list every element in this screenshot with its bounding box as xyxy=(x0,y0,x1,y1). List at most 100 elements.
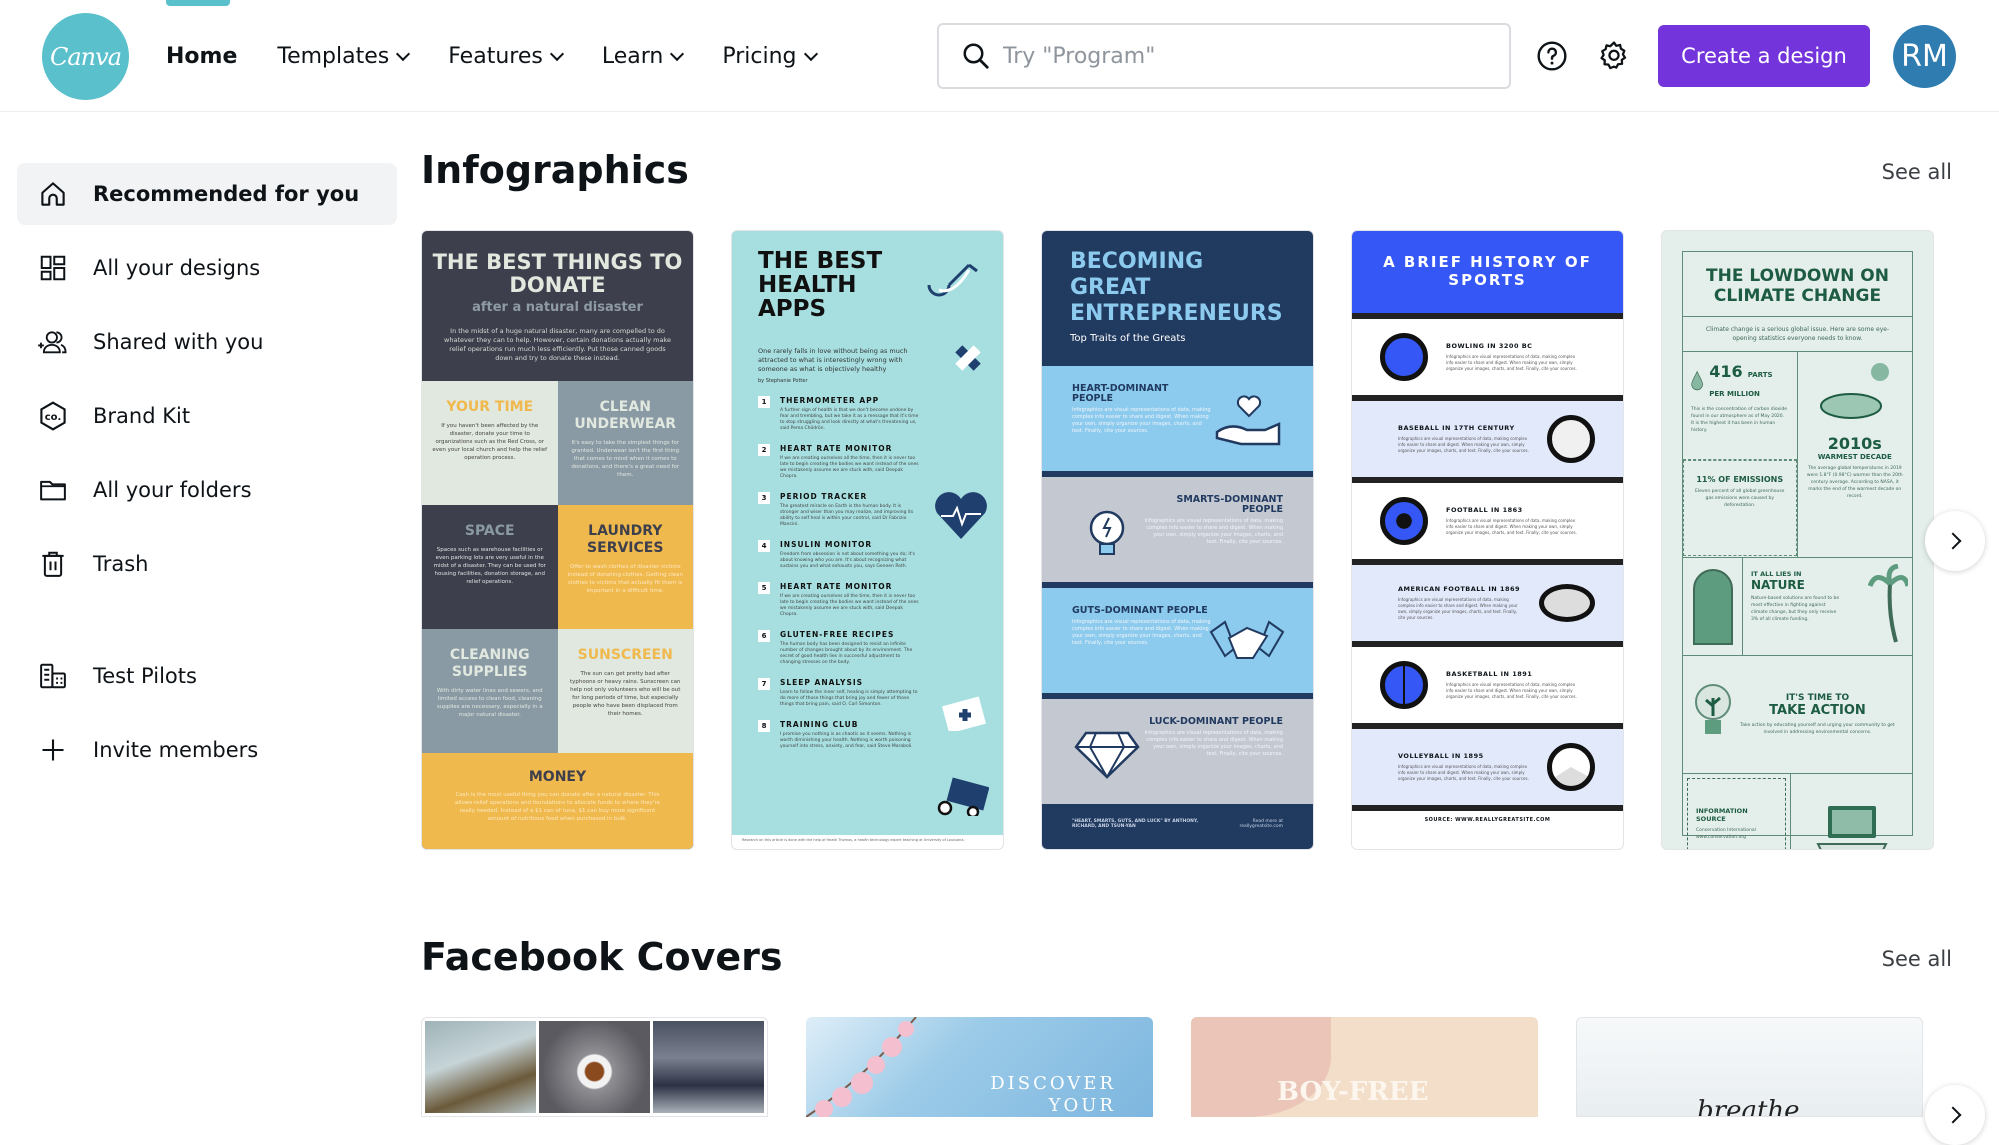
nav-templates[interactable]: Templates xyxy=(277,43,411,69)
donate-money: MONEY Cash is the most useful thing you … xyxy=(422,753,693,849)
see-all-facebook-covers[interactable]: See all xyxy=(1882,947,1952,971)
help-button[interactable] xyxy=(1534,38,1570,74)
laptop-icon xyxy=(1791,774,1912,849)
item-heading: SLEEP ANALYSIS xyxy=(780,678,864,687)
sport-description: Infographics are visual representations … xyxy=(1446,518,1577,535)
sidebar-item-label: Shared with you xyxy=(93,330,264,354)
stat-value: 2010s xyxy=(1827,434,1882,453)
action-big: TAKE ACTION xyxy=(1769,703,1866,718)
donate-cell: SPACE Spaces such as warehouse facilities… xyxy=(422,505,558,629)
sport-description: Infographics are visual representations … xyxy=(1446,682,1577,699)
diamond-icon xyxy=(1074,731,1140,780)
cell-heading: CLEAN UNDERWEAR xyxy=(574,399,677,432)
template-card-sports-history[interactable]: A BRIEF HISTORY OF SPORTS BOWLING IN 320… xyxy=(1351,230,1624,850)
stat-ppm: 416 PARTS PER MILLION This is the concen… xyxy=(1683,352,1797,460)
donate-title: THE BEST THINGS TO DONATE xyxy=(432,250,683,297)
cell-text: It's easy to take the simplest things fo… xyxy=(571,440,680,478)
template-card-donate[interactable]: THE BEST THINGS TO DONATE after a natura… xyxy=(421,230,694,850)
sidebar-item-brand-kit[interactable]: co. Brand Kit xyxy=(17,385,397,447)
cell-heading: CLEANING SUPPLIES xyxy=(449,647,530,680)
sidebar-item-trash[interactable]: Trash xyxy=(17,533,397,595)
item-text: Learn to follow the inner self, healing … xyxy=(780,690,918,707)
sidebar-item-shared[interactable]: Shared with you xyxy=(17,311,397,373)
sidebar-item-recommended[interactable]: Recommended for you xyxy=(17,163,397,225)
nature-text-block: IT ALL LIES IN NATURE Nature-based solut… xyxy=(1743,558,1912,655)
pool-sun-icon xyxy=(1819,363,1889,419)
entrepreneurs-footer: "HEART, SMARTS, GUTS, AND LUCK" BY ANTHO… xyxy=(1042,805,1313,849)
trait-heading: HEART-DOMINANT PEOPLE xyxy=(1072,383,1169,404)
grid-icon xyxy=(37,252,69,284)
see-all-infographics[interactable]: See all xyxy=(1882,160,1952,184)
avatar[interactable]: RM xyxy=(1893,25,1956,88)
plus-icon xyxy=(37,734,69,766)
team-building-icon xyxy=(37,660,69,692)
settings-button[interactable] xyxy=(1596,38,1632,74)
facebook-covers-next-button[interactable] xyxy=(1925,1085,1985,1145)
template-card-breathe[interactable]: breathe xyxy=(1576,1017,1923,1117)
template-card-climate-change[interactable]: THE LOWDOWN ON CLIMATE CHANGE Climate ch… xyxy=(1661,230,1934,850)
health-app-item: 2 HEART RATE MONITOR If we are creating ou… xyxy=(758,444,977,480)
cover-text: breathe xyxy=(1697,1096,1800,1117)
active-nav-indicator xyxy=(166,0,230,6)
template-card-boy-free[interactable]: BOY-FREE xyxy=(1191,1017,1538,1117)
nav-learn[interactable]: Learn xyxy=(602,44,685,69)
sidebar-item-invite[interactable]: Invite members xyxy=(17,719,397,781)
source-block: INFORMATION SOURCE Conservation Internat… xyxy=(1683,774,1791,849)
droplet-icon xyxy=(1691,370,1703,391)
sidebar-item-label: Recommended for you xyxy=(93,182,360,206)
canva-logo[interactable]: Canva xyxy=(42,13,129,100)
item-body: SLEEP ANALYSIS Learn to follow the inner … xyxy=(780,678,920,708)
cell-text: Spaces such as warehouse facilities or e… xyxy=(433,547,546,585)
template-card-photo-collage[interactable] xyxy=(421,1017,768,1117)
trait-text: Infographics are visual representations … xyxy=(1072,407,1211,434)
sidebar-item-label: Brand Kit xyxy=(93,404,191,428)
source-text: Conservation International www.conservat… xyxy=(1696,828,1756,840)
create-design-button[interactable]: Create a design xyxy=(1658,25,1870,87)
svg-text:co.: co. xyxy=(45,412,62,423)
donate-cell: CLEAN UNDERWEAR It's easy to take the sim… xyxy=(557,381,693,505)
stat-text: The average global temperatures in 2019 … xyxy=(1806,466,1903,499)
nav-features[interactable]: Features xyxy=(448,44,564,69)
item-text: The greatest miracle on Earth is the hum… xyxy=(780,504,914,527)
donate-cell: SUNSCREEN The sun can get pretty bad afte… xyxy=(557,629,693,753)
item-heading: HEART RATE MONITOR xyxy=(780,582,893,591)
template-card-health-apps[interactable]: THE BEST HEALTH APPS One rarely falls in… xyxy=(731,230,1004,850)
sidebar-item-label: Test Pilots xyxy=(93,664,197,688)
nav-label: Templates xyxy=(277,43,390,69)
climate-nature: IT ALL LIES IN NATURE Nature-based solut… xyxy=(1683,558,1912,656)
sport-row: FOOTBALL IN 1863 Infographics are visual … xyxy=(1352,477,1623,559)
cherry-blossom-graphic xyxy=(806,1017,917,1117)
sport-text: FOOTBALL IN 1863 Infographics are visual … xyxy=(1428,506,1595,536)
trait-band: SMARTS-DOMINANT PEOPLE Infographics are v… xyxy=(1042,477,1313,582)
ambulance-icon xyxy=(937,777,989,816)
health-footer: Research on this article is done with th… xyxy=(732,835,1003,849)
nav-home[interactable]: Home xyxy=(166,44,237,69)
search-input[interactable] xyxy=(1003,43,1483,69)
bandage-icon xyxy=(955,345,981,371)
infographics-next-button[interactable] xyxy=(1925,511,1985,571)
template-card-entrepreneurs[interactable]: BECOMING GREAT ENTREPRENEURS Top Traits … xyxy=(1041,230,1314,850)
cell-heading: LAUNDRY SERVICES xyxy=(587,523,664,556)
item-heading: GLUTEN-FREE RECIPES xyxy=(780,630,895,639)
top-navigation-bar: Canva Home Templates Features Learn Pric… xyxy=(0,0,1999,112)
item-heading: PERIOD TRACKER xyxy=(780,492,868,501)
search-box[interactable] xyxy=(937,23,1511,89)
trait-text: Infographics are visual representations … xyxy=(1072,619,1211,646)
sidebar-item-label: All your folders xyxy=(93,478,252,502)
item-text: I promise you nothing is as chaotic as i… xyxy=(780,732,913,749)
item-heading: HEART RATE MONITOR xyxy=(780,444,893,453)
sport-heading: BASEBALL IN 17TH CENTURY xyxy=(1398,424,1515,432)
sidebar-item-folders[interactable]: All your folders xyxy=(17,459,397,521)
money-text: Cash is the most useful thing you can do… xyxy=(455,792,660,822)
search-icon xyxy=(963,43,989,69)
sidebar-item-all-designs[interactable]: All your designs xyxy=(17,237,397,299)
item-number: 4 xyxy=(758,540,770,552)
sidebar-item-team[interactable]: Test Pilots xyxy=(17,645,397,707)
nav-pricing[interactable]: Pricing xyxy=(722,44,818,69)
tea-cup-photo xyxy=(539,1021,650,1113)
template-card-discover-your[interactable]: DISCOVER YOUR xyxy=(806,1017,1153,1117)
trait-text: Infographics are visual representations … xyxy=(1144,518,1283,545)
sidebar-item-label: Trash xyxy=(93,552,149,576)
brand-kit-icon: co. xyxy=(37,400,69,432)
item-body: TRAINING CLUB I promise you nothing is as… xyxy=(780,720,920,750)
